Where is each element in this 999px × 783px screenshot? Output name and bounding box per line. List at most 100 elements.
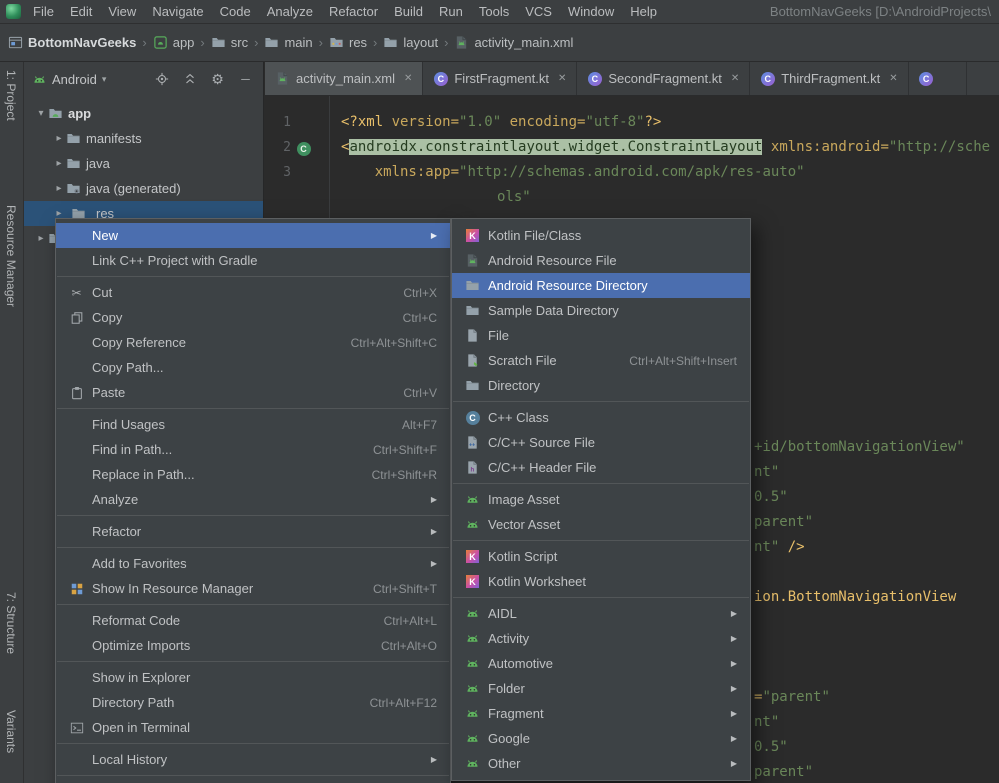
menu-item-kotlin-script[interactable]: KKotlin Script	[452, 544, 750, 569]
menu-help[interactable]: Help	[622, 1, 665, 22]
menu-item-find-in-path[interactable]: Find in Path...Ctrl+Shift+F	[56, 437, 450, 462]
menu-item-show-in-resource-manager[interactable]: Show In Resource ManagerCtrl+Shift+T	[56, 576, 450, 601]
menu-item-icon-slot: K	[465, 574, 488, 589]
gear-icon[interactable]: ⚙	[210, 72, 225, 87]
menu-item-cut[interactable]: ✂CutCtrl+X	[56, 280, 450, 305]
chevron-right-icon[interactable]: ▸	[52, 183, 66, 194]
breadcrumb-activity-main-xml[interactable]: activity_main.xml	[454, 35, 573, 50]
menu-item-vector-asset[interactable]: Vector Asset	[452, 512, 750, 537]
menu-item-local-history[interactable]: Local History▶	[56, 747, 450, 772]
menu-item-android-resource-file[interactable]: Android Resource File	[452, 248, 750, 273]
project-view-selector[interactable]: Android ▾	[32, 72, 106, 87]
menu-run[interactable]: Run	[431, 1, 471, 22]
tree-item-label: manifests	[86, 131, 142, 146]
chevron-down-icon[interactable]: ▾	[34, 108, 48, 119]
code-segment: androidx.constraintlayout.widget.Constra…	[349, 139, 762, 155]
hide-icon[interactable]: ─	[238, 72, 253, 87]
tab-secondfragment-kt[interactable]: CSecondFragment.kt✕	[577, 62, 750, 95]
menu-file[interactable]: File	[25, 1, 62, 22]
submenu-arrow-icon: ▶	[431, 231, 437, 240]
menu-item-find-usages[interactable]: Find UsagesAlt+F7	[56, 412, 450, 437]
menu-item-directory-path[interactable]: Directory PathCtrl+Alt+F12	[56, 690, 450, 715]
menu-item-link-c-project-with-gradle[interactable]: Link C++ Project with Gradle	[56, 248, 450, 273]
stripe-7-structure[interactable]: 7: Structure	[4, 592, 18, 654]
menu-refactor[interactable]: Refactor	[321, 1, 386, 22]
close-icon[interactable]: ✕	[731, 73, 739, 84]
breadcrumb-src[interactable]: src	[211, 35, 248, 50]
breadcrumb-res[interactable]: res	[329, 35, 367, 50]
menu-separator	[453, 597, 749, 598]
code-fragment: nt"	[754, 460, 779, 485]
menu-item-copy-reference[interactable]: Copy ReferenceCtrl+Alt+Shift+C	[56, 330, 450, 355]
menu-item-reformat-code[interactable]: Reformat CodeCtrl+Alt+L	[56, 608, 450, 633]
chevron-right-icon[interactable]: ▸	[34, 233, 48, 244]
stripe-1-project[interactable]: 1: Project	[4, 70, 18, 121]
menu-item-copy-path[interactable]: Copy Path...	[56, 355, 450, 380]
menu-item-c-c-header-file[interactable]: hC/C++ Header File	[452, 455, 750, 480]
menu-item-aidl[interactable]: AIDL▶	[452, 601, 750, 626]
menu-item-new[interactable]: New▶	[56, 223, 450, 248]
breadcrumb-bottomnavgeeks[interactable]: BottomNavGeeks	[8, 35, 136, 50]
menu-item-copy[interactable]: CopyCtrl+C	[56, 305, 450, 330]
project-panel-toolbar: ⚙─	[154, 72, 253, 87]
menu-view[interactable]: View	[100, 1, 144, 22]
menu-item-google[interactable]: Google▶	[452, 726, 750, 751]
tree-item-java[interactable]: ▸java	[24, 151, 263, 176]
tree-item-app[interactable]: ▾app	[24, 101, 263, 126]
tree-item-manifests[interactable]: ▸ manifests	[24, 126, 263, 151]
menu-item-android-resource-directory[interactable]: Android Resource Directory	[452, 273, 750, 298]
class-c-icon[interactable]: C	[296, 142, 311, 157]
menu-item-folder[interactable]: Folder▶	[452, 676, 750, 701]
tree-item-java-generated[interactable]: ▸java (generated)	[24, 176, 263, 201]
menu-item-show-in-explorer[interactable]: Show in Explorer	[56, 665, 450, 690]
menu-item-c-class[interactable]: CC++ Class	[452, 405, 750, 430]
menu-item-activity[interactable]: Activity▶	[452, 626, 750, 651]
menu-build[interactable]: Build	[386, 1, 431, 22]
menu-analyze[interactable]: Analyze	[259, 1, 321, 22]
collapse-icon[interactable]	[182, 72, 197, 87]
menu-item-directory[interactable]: Directory	[452, 373, 750, 398]
tab-thirdfragment-kt[interactable]: CThirdFragment.kt✕	[750, 62, 908, 95]
menu-navigate[interactable]: Navigate	[144, 1, 211, 22]
menu-code[interactable]: Code	[212, 1, 259, 22]
menu-item-partial[interactable]	[56, 779, 450, 783]
menu-item-kotlin-worksheet[interactable]: KKotlin Worksheet	[452, 569, 750, 594]
menu-item-replace-in-path[interactable]: Replace in Path...Ctrl+Shift+R	[56, 462, 450, 487]
menu-item-paste[interactable]: PasteCtrl+V	[56, 380, 450, 405]
menu-item-optimize-imports[interactable]: Optimize ImportsCtrl+Alt+O	[56, 633, 450, 658]
menu-item-file[interactable]: File	[452, 323, 750, 348]
menu-vcs[interactable]: VCS	[517, 1, 560, 22]
tab-firstfragment-kt[interactable]: CFirstFragment.kt✕	[423, 62, 577, 95]
menu-item-sample-data-directory[interactable]: Sample Data Directory	[452, 298, 750, 323]
breadcrumb-main[interactable]: main	[264, 35, 312, 50]
menu-item-c-c-source-file[interactable]: ++C/C++ Source File	[452, 430, 750, 455]
chevron-right-icon[interactable]: ▸	[52, 158, 66, 169]
tab-activity-main-xml[interactable]: activity_main.xml✕	[265, 62, 423, 95]
menu-item-analyze[interactable]: Analyze▶	[56, 487, 450, 512]
menu-edit[interactable]: Edit	[62, 1, 100, 22]
menu-item-open-in-terminal[interactable]: Open in Terminal	[56, 715, 450, 740]
menu-item-fragment[interactable]: Fragment▶	[452, 701, 750, 726]
menu-tools[interactable]: Tools	[471, 1, 517, 22]
stripe-resource-manager[interactable]: Resource Manager	[4, 205, 18, 307]
menu-item-kotlin-file-class[interactable]: KKotlin File/Class	[452, 223, 750, 248]
tab-partial[interactable]: C	[909, 62, 967, 95]
breadcrumb-layout[interactable]: layout	[383, 35, 438, 50]
close-icon[interactable]: ✕	[889, 73, 897, 84]
locate-icon[interactable]	[154, 72, 169, 87]
close-icon[interactable]: ✕	[404, 73, 412, 84]
menu-item-refactor[interactable]: Refactor▶	[56, 519, 450, 544]
menu-item-other[interactable]: Other▶	[452, 751, 750, 776]
stripe-variants[interactable]: Variants	[4, 710, 18, 753]
chevron-right-icon[interactable]: ▸	[52, 133, 66, 144]
code-fragment: ion.BottomNavigationView	[754, 585, 956, 610]
close-icon[interactable]: ✕	[558, 73, 566, 84]
menu-item-label: Google	[488, 731, 530, 746]
menu-item-image-asset[interactable]: Image Asset	[452, 487, 750, 512]
breadcrumb-app[interactable]: app	[153, 35, 195, 50]
menu-item-scratch-file[interactable]: Scratch FileCtrl+Alt+Shift+Insert	[452, 348, 750, 373]
menu-item-add-to-favorites[interactable]: Add to Favorites▶	[56, 551, 450, 576]
menu-item-label: Find in Path...	[92, 442, 172, 457]
menu-item-automotive[interactable]: Automotive▶	[452, 651, 750, 676]
menu-window[interactable]: Window	[560, 1, 622, 22]
